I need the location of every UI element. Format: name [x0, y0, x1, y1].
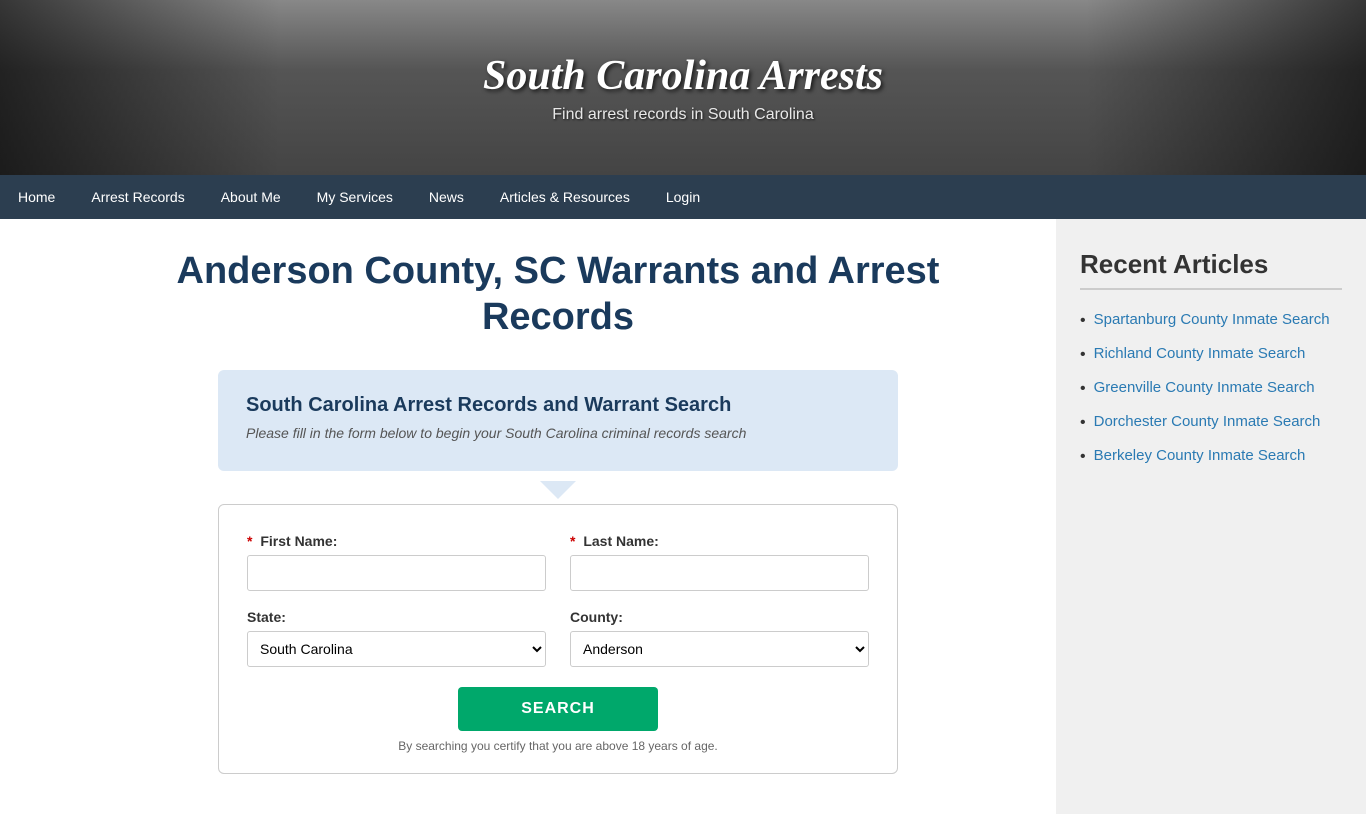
list-item: • Spartanburg County Inmate Search: [1080, 310, 1342, 330]
nav-item-news[interactable]: News: [411, 175, 482, 219]
bullet-icon: •: [1080, 414, 1086, 432]
nav-item-services[interactable]: My Services: [299, 175, 411, 219]
sidebar-link-spartanburg[interactable]: Spartanburg County Inmate Search: [1094, 310, 1330, 330]
site-title: South Carolina Arrests: [483, 52, 883, 100]
main-wrap: Anderson County, SC Warrants and Arrest …: [0, 219, 1366, 814]
search-button[interactable]: SEARCH: [458, 687, 658, 731]
bullet-icon: •: [1080, 380, 1086, 398]
sidebar-articles-list: • Spartanburg County Inmate Search • Ric…: [1080, 310, 1342, 466]
first-name-label: * First Name:: [247, 533, 546, 549]
first-name-input[interactable]: [247, 555, 546, 591]
nav-item-home[interactable]: Home: [0, 175, 73, 219]
state-select[interactable]: South Carolina Alabama Alaska: [247, 631, 546, 667]
last-name-required: *: [570, 533, 575, 549]
nav-item-about[interactable]: About Me: [203, 175, 299, 219]
nav-item-arrest-records[interactable]: Arrest Records: [73, 175, 202, 219]
sidebar-link-dorchester[interactable]: Dorchester County Inmate Search: [1094, 412, 1321, 432]
site-header: South Carolina Arrests Find arrest recor…: [0, 0, 1366, 175]
header-bars-right: [1086, 0, 1366, 175]
bullet-icon: •: [1080, 346, 1086, 364]
form-note: By searching you certify that you are ab…: [247, 739, 869, 753]
last-name-input[interactable]: [570, 555, 869, 591]
county-label: County:: [570, 609, 869, 625]
list-item: • Greenville County Inmate Search: [1080, 378, 1342, 398]
bullet-icon: •: [1080, 312, 1086, 330]
list-item: • Dorchester County Inmate Search: [1080, 412, 1342, 432]
search-form-wrap: * First Name: * Last Name: State:: [218, 504, 898, 774]
sidebar-title: Recent Articles: [1080, 249, 1342, 290]
sidebar-link-berkeley[interactable]: Berkeley County Inmate Search: [1094, 446, 1306, 466]
sidebar-link-richland[interactable]: Richland County Inmate Search: [1094, 344, 1306, 364]
bullet-icon: •: [1080, 448, 1086, 466]
sidebar-link-greenville[interactable]: Greenville County Inmate Search: [1094, 378, 1315, 398]
arrow-down-indicator: [100, 481, 1016, 504]
form-location-row: State: South Carolina Alabama Alaska Cou…: [247, 609, 869, 667]
site-title-wrap: South Carolina Arrests Find arrest recor…: [483, 52, 883, 124]
county-select[interactable]: Anderson Abbeville Aiken Berkeley Dorche…: [570, 631, 869, 667]
form-name-row: * First Name: * Last Name:: [247, 533, 869, 591]
page-title: Anderson County, SC Warrants and Arrest …: [100, 249, 1016, 340]
state-label: State:: [247, 609, 546, 625]
nav-item-articles[interactable]: Articles & Resources: [482, 175, 648, 219]
nav-item-login[interactable]: Login: [648, 175, 718, 219]
header-bars-left: [0, 0, 280, 175]
search-box-title: South Carolina Arrest Records and Warran…: [246, 394, 870, 417]
county-group: County: Anderson Abbeville Aiken Berkele…: [570, 609, 869, 667]
first-name-group: * First Name:: [247, 533, 546, 591]
state-group: State: South Carolina Alabama Alaska: [247, 609, 546, 667]
main-nav: Home Arrest Records About Me My Services…: [0, 175, 1366, 219]
search-info-box: South Carolina Arrest Records and Warran…: [218, 370, 898, 471]
search-box-subtitle: Please fill in the form below to begin y…: [246, 425, 870, 441]
first-name-required: *: [247, 533, 252, 549]
site-tagline: Find arrest records in South Carolina: [483, 106, 883, 124]
list-item: • Berkeley County Inmate Search: [1080, 446, 1342, 466]
last-name-group: * Last Name:: [570, 533, 869, 591]
sidebar: Recent Articles • Spartanburg County Inm…: [1056, 219, 1366, 814]
last-name-label: * Last Name:: [570, 533, 869, 549]
main-content: Anderson County, SC Warrants and Arrest …: [0, 219, 1056, 814]
list-item: • Richland County Inmate Search: [1080, 344, 1342, 364]
